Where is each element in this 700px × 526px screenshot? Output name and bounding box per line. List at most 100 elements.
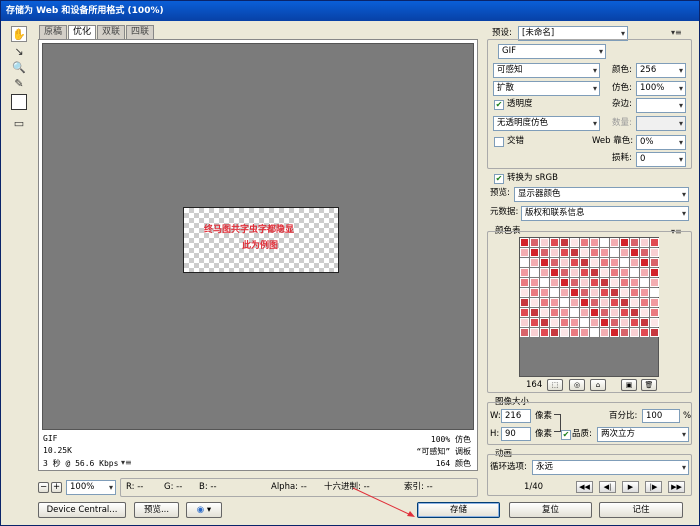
browser-select-button[interactable]: ◉ ▾	[186, 502, 222, 518]
color-swatch[interactable]	[620, 308, 629, 317]
lock-color-icon[interactable]: ⌂	[590, 379, 606, 391]
color-swatch[interactable]	[630, 278, 639, 287]
color-swatch[interactable]	[590, 248, 599, 257]
color-swatch[interactable]	[530, 328, 539, 337]
reset-button[interactable]: 复位	[509, 502, 592, 518]
color-swatch[interactable]	[610, 308, 619, 317]
color-swatch[interactable]	[650, 298, 659, 307]
color-swatch[interactable]	[620, 258, 629, 267]
color-swatch[interactable]	[550, 278, 559, 287]
color-swatch[interactable]	[530, 248, 539, 257]
color-swatch[interactable]	[610, 258, 619, 267]
color-swatch[interactable]	[520, 278, 529, 287]
color-swatch[interactable]	[520, 328, 529, 337]
color-swatch[interactable]	[540, 258, 549, 267]
color-swatch[interactable]	[550, 288, 559, 297]
color-swatch[interactable]	[520, 258, 529, 267]
color-swatch[interactable]	[640, 268, 649, 277]
color-swatch[interactable]	[620, 248, 629, 257]
color-swatch[interactable]	[620, 298, 629, 307]
play-icon[interactable]: ▶	[622, 481, 639, 493]
zoom-select[interactable]: 100% ▾	[66, 480, 116, 495]
color-swatch[interactable]	[650, 258, 659, 267]
color-swatch[interactable]	[570, 308, 579, 317]
color-swatch[interactable]	[570, 328, 579, 337]
color-swatch[interactable]	[640, 318, 649, 327]
color-swatch[interactable]	[620, 318, 629, 327]
format-select[interactable]: GIF ▾	[498, 44, 606, 59]
color-swatch[interactable]	[520, 298, 529, 307]
color-swatch[interactable]	[550, 238, 559, 247]
color-swatch[interactable]	[630, 298, 639, 307]
color-swatch[interactable]	[650, 248, 659, 257]
color-swatch[interactable]	[550, 248, 559, 257]
color-swatch[interactable]	[530, 298, 539, 307]
color-swatch[interactable]	[610, 268, 619, 277]
color-swatch[interactable]	[580, 278, 589, 287]
preview-canvas[interactable]: 终马图共字虫字都隐显 此为例图	[42, 43, 474, 430]
colors-select[interactable]: 256 ▾	[636, 63, 686, 78]
color-swatch[interactable]	[530, 258, 539, 267]
height-input[interactable]: 90	[501, 427, 531, 441]
color-swatch[interactable]	[540, 298, 549, 307]
color-swatch[interactable]	[620, 278, 629, 287]
color-swatch[interactable]	[570, 268, 579, 277]
color-swatch[interactable]	[600, 318, 609, 327]
zoom-in-button[interactable]: +	[51, 482, 62, 493]
color-swatch[interactable]	[550, 298, 559, 307]
color-swatch[interactable]	[570, 288, 579, 297]
color-swatch[interactable]	[530, 238, 539, 247]
convert-srgb-checkbox[interactable]: ✔	[494, 174, 504, 184]
color-swatch[interactable]	[530, 268, 539, 277]
color-swatch[interactable]	[640, 308, 649, 317]
color-swatch[interactable]	[620, 238, 629, 247]
color-swatch[interactable]	[580, 298, 589, 307]
color-swatch[interactable]	[650, 268, 659, 277]
color-swatch[interactable]	[590, 238, 599, 247]
color-swatch[interactable]	[600, 268, 609, 277]
preview-mode-select[interactable]: 显示器颜色 ▾	[514, 187, 689, 202]
color-swatch[interactable]	[640, 248, 649, 257]
preview-button[interactable]: 预览...	[134, 502, 179, 518]
zoom-tool-icon[interactable]: 🔍	[11, 59, 27, 75]
color-swatch[interactable]	[640, 328, 649, 337]
color-swatch[interactable]	[590, 288, 599, 297]
color-swatch[interactable]	[630, 268, 639, 277]
color-swatch[interactable]	[640, 288, 649, 297]
color-swatch[interactable]	[550, 258, 559, 267]
color-swatch[interactable]	[580, 268, 589, 277]
next-frame-icon[interactable]: |▶	[645, 481, 662, 493]
quality-select[interactable]: 两次立方 ▾	[597, 427, 689, 442]
color-swatch[interactable]	[580, 258, 589, 267]
color-swatch[interactable]	[630, 248, 639, 257]
color-swatch[interactable]	[650, 278, 659, 287]
loop-select[interactable]: 永远 ▾	[532, 460, 689, 475]
color-swatch[interactable]	[630, 288, 639, 297]
color-swatch[interactable]	[580, 318, 589, 327]
color-swatch[interactable]	[520, 318, 529, 327]
color-swatch[interactable]	[540, 278, 549, 287]
color-swatch[interactable]	[520, 288, 529, 297]
color-swatch[interactable]	[530, 308, 539, 317]
color-swatch[interactable]	[520, 308, 529, 317]
color-swatch[interactable]	[580, 248, 589, 257]
color-swatch[interactable]	[590, 298, 599, 307]
color-swatch[interactable]	[580, 328, 589, 337]
lossy-select[interactable]: 0 ▾	[636, 152, 686, 167]
color-swatch[interactable]	[610, 298, 619, 307]
slice-select-tool-icon[interactable]: ↘	[11, 43, 27, 59]
color-table-grid[interactable]	[519, 237, 659, 377]
web-shift-icon[interactable]: ◎	[569, 379, 585, 391]
metadata-select[interactable]: 版权和联系信息 ▾	[521, 206, 689, 221]
color-swatch[interactable]	[580, 238, 589, 247]
eyedropper-color-swatch[interactable]	[11, 94, 27, 110]
optimize-menu-icon[interactable]: ▾≡	[671, 28, 682, 37]
dither-algorithm-select[interactable]: 扩散 ▾	[493, 81, 600, 96]
color-swatch[interactable]	[610, 248, 619, 257]
color-swatch[interactable]	[650, 238, 659, 247]
color-swatch[interactable]	[620, 328, 629, 337]
tab-original[interactable]: 原稿	[39, 25, 68, 39]
zoom-out-button[interactable]: −	[38, 482, 49, 493]
color-swatch[interactable]	[590, 318, 599, 327]
color-swatch[interactable]	[630, 318, 639, 327]
